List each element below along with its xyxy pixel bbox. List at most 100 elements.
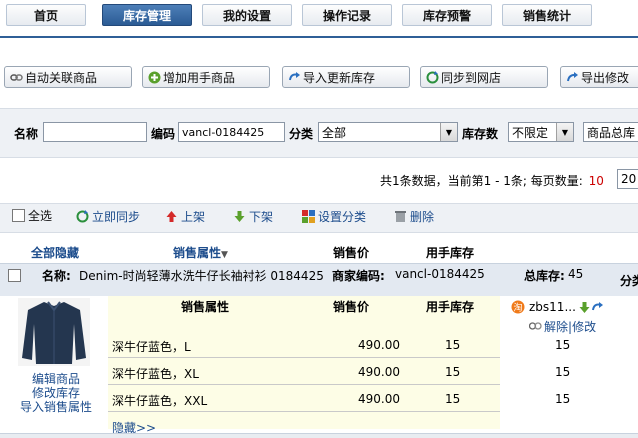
row-divider	[108, 384, 500, 385]
list-up-label: 上架	[181, 210, 206, 224]
col-used-stock: 用手库存	[426, 246, 475, 260]
variant-price: 490.00	[358, 392, 400, 406]
name-input[interactable]	[43, 122, 147, 142]
list-down-button[interactable]: 下架	[233, 208, 273, 225]
category-select[interactable]: 全部 ▼	[318, 122, 458, 142]
modify-link[interactable]: 修改	[572, 318, 596, 335]
category-truncated: 分类	[620, 274, 638, 288]
sync-now-label: 立即同步	[92, 210, 141, 224]
category-icon	[302, 210, 315, 223]
code-input[interactable]	[178, 122, 285, 142]
link-icon	[10, 73, 23, 81]
auto-link-button[interactable]: 自动关联商品	[4, 66, 132, 88]
trash-icon	[395, 211, 406, 222]
taobao-icon: 淘	[511, 300, 525, 314]
svg-text:淘: 淘	[513, 302, 522, 314]
merchant-code: vancl-0184425	[395, 267, 485, 281]
col-sales-attr-label: 销售属性	[173, 246, 222, 260]
chevron-down-icon: ▼	[440, 123, 457, 141]
row-divider	[108, 411, 500, 412]
shop-entry: 淘 zbs11...	[511, 300, 604, 314]
add-used-button[interactable]: 增加用手商品	[142, 66, 270, 88]
list-up-button[interactable]: 上架	[165, 208, 205, 225]
import-update-label: 导入更新库存	[303, 70, 376, 85]
unlink-link[interactable]: 解除	[544, 318, 568, 335]
detail-col-price: 销售价	[333, 300, 370, 314]
col-sale-price: 销售价	[333, 246, 370, 260]
tab-stock-alert[interactable]: 库存预警	[402, 4, 492, 26]
row-divider	[108, 357, 500, 358]
variant-stock: 15	[445, 365, 461, 379]
variant-price: 490.00	[358, 338, 400, 352]
variant-price: 490.00	[358, 365, 400, 379]
set-category-button[interactable]: 设置分类	[302, 208, 366, 225]
tab-sales-stats[interactable]: 销售统计	[502, 4, 592, 26]
shop-actions: 解除 | 修改	[529, 318, 596, 335]
arrow-up-icon	[166, 211, 177, 222]
shop-name[interactable]: zbs11...	[529, 300, 576, 314]
stock-label: 库存数	[462, 127, 499, 141]
chevron-down-icon: ▼	[556, 123, 573, 141]
category-value: 全部	[322, 125, 347, 140]
export-modify-label: 导出修改	[581, 70, 630, 85]
detail-col-attr: 销售属性	[181, 300, 230, 314]
hide-all-link[interactable]: 全部隐藏	[31, 244, 79, 261]
set-category-label: 设置分类	[318, 210, 367, 224]
shop-stock: 15	[555, 392, 571, 406]
stock-select[interactable]: 不限定 ▼	[508, 122, 574, 142]
col-sales-attr[interactable]: 销售属性▼	[173, 244, 228, 261]
link-icon	[529, 322, 542, 330]
sync-store-label: 同步到网店	[441, 70, 502, 85]
pagination-text: 共1条数据，当前第1 - 1条; 每页数量:	[380, 174, 583, 188]
shop-stock: 15	[555, 338, 571, 352]
sync-arrow-icon[interactable]	[591, 301, 604, 314]
export-arrow-icon	[567, 71, 578, 81]
product-name-label: 名称:	[42, 269, 71, 283]
code-label: 编码	[151, 127, 176, 141]
per-page-current[interactable]: 10	[589, 174, 604, 188]
name-label: 名称	[14, 127, 39, 141]
sync-icon	[426, 70, 439, 83]
import-attr-link[interactable]: 导入销售属性	[20, 398, 92, 415]
import-update-button[interactable]: 导入更新库存	[282, 66, 410, 88]
delete-button[interactable]: 删除	[394, 208, 434, 225]
select-all[interactable]: 全选	[12, 207, 52, 224]
total-stock-select[interactable]: 商品总库	[583, 122, 638, 142]
total-stock-value: 45	[568, 267, 584, 281]
product-checkbox[interactable]	[8, 269, 21, 282]
sort-down-icon: ▼	[221, 250, 228, 260]
merchant-code-label: 商家编码:	[332, 269, 385, 283]
auto-link-label: 自动关联商品	[25, 70, 98, 85]
select-all-checkbox[interactable]	[12, 209, 25, 222]
arrow-down-icon	[234, 211, 245, 222]
sync-icon	[76, 210, 89, 223]
horizontal-scrollbar[interactable]	[0, 433, 638, 438]
tab-home[interactable]: 首页	[6, 4, 86, 26]
product-thumbnail[interactable]	[18, 298, 90, 366]
variant-stock: 15	[445, 392, 461, 406]
tab-settings[interactable]: 我的设置	[202, 4, 292, 26]
export-modify-button[interactable]: 导出修改	[560, 66, 638, 88]
shop-stock: 15	[555, 365, 571, 379]
variant-table	[108, 296, 500, 429]
variant-attr: 深牛仔蓝色，XXL	[112, 394, 208, 408]
product-name: Denim-时尚轻薄水洗牛仔长袖衬衫 0184425	[79, 269, 324, 283]
sync-store-button[interactable]: 同步到网店	[420, 66, 548, 88]
tab-inventory[interactable]: 库存管理	[102, 4, 192, 26]
total-stock-label: 总库存:	[524, 269, 565, 283]
import-arrow-icon	[289, 71, 300, 80]
delete-label: 删除	[410, 210, 435, 224]
add-icon	[148, 71, 161, 83]
detail-col-stock: 用手库存	[426, 300, 475, 314]
sync-now-button[interactable]: 立即同步	[76, 208, 140, 225]
variant-attr: 深牛仔蓝色，XL	[112, 367, 199, 381]
list-down-label: 下架	[249, 210, 274, 224]
pagination-summary: 共1条数据，当前第1 - 1条; 每页数量: 10	[380, 172, 604, 189]
tab-logs[interactable]: 操作记录	[302, 4, 392, 26]
per-page-option[interactable]: 20	[617, 169, 638, 189]
nav-underline	[0, 36, 638, 38]
variant-attr: 深牛仔蓝色，L	[112, 340, 191, 354]
variant-stock: 15	[445, 338, 461, 352]
arrow-down-icon[interactable]	[578, 301, 591, 314]
top-nav: 首页 库存管理 我的设置 操作记录 库存预警 销售统计	[0, 0, 638, 36]
